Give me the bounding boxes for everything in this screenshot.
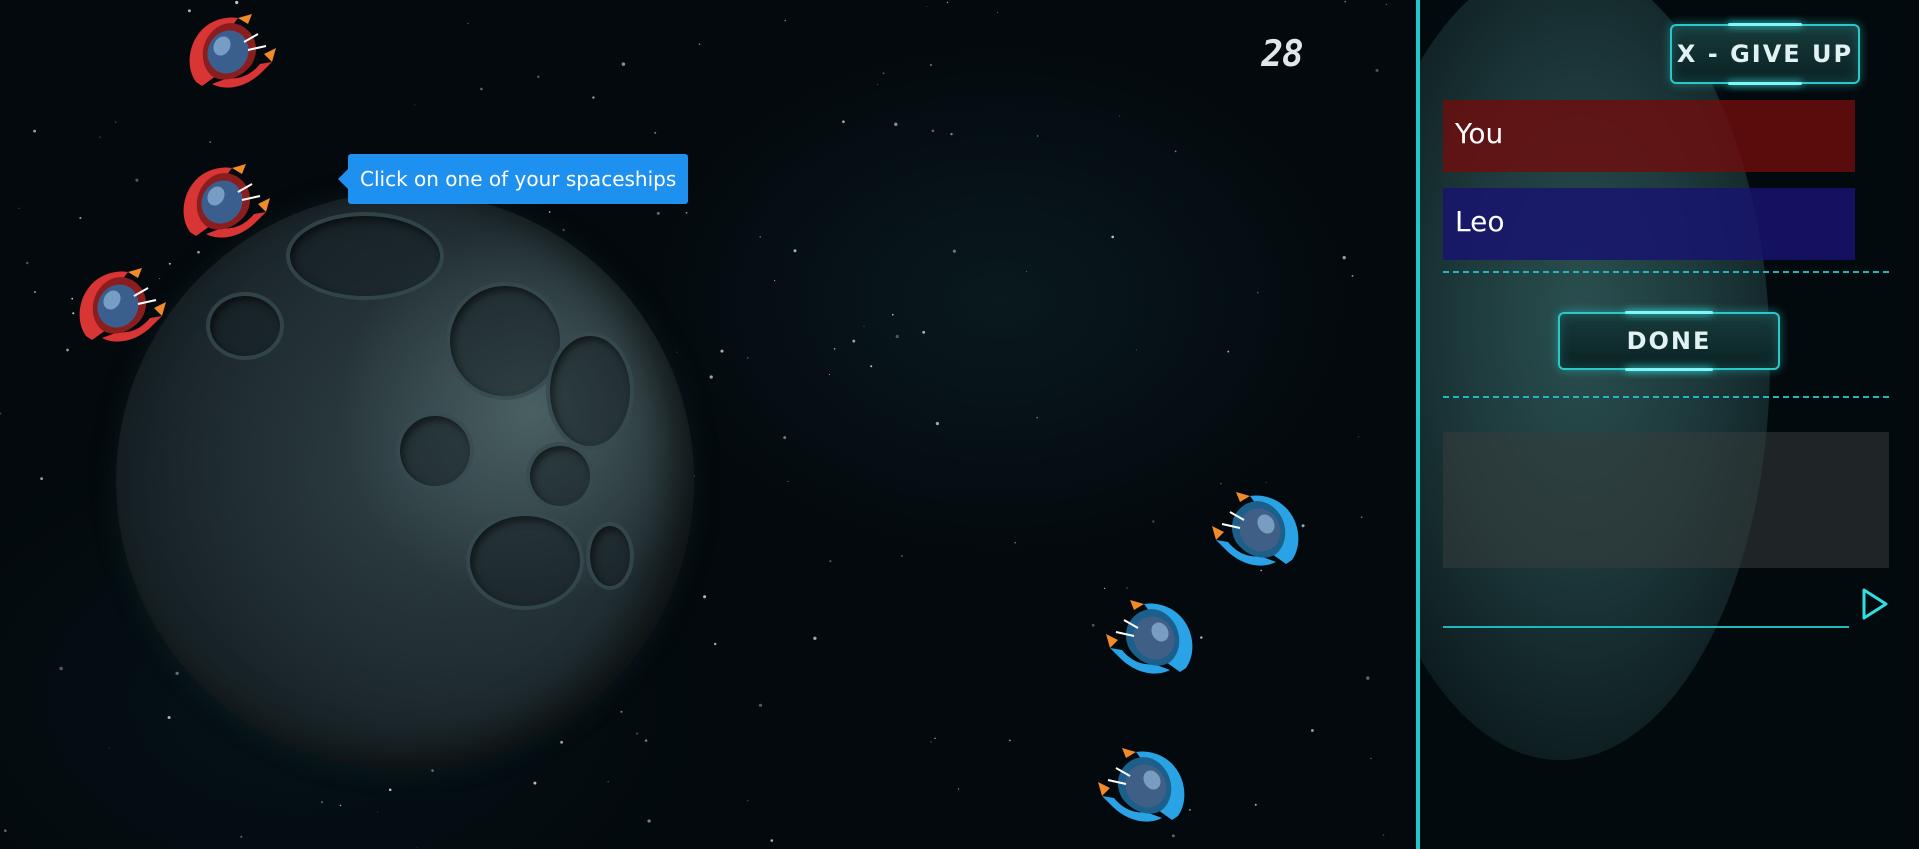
player-row-leo: Leo bbox=[1443, 188, 1855, 260]
hint-tooltip: Click on one of your spaceships bbox=[337, 154, 689, 204]
red-spaceship-icon[interactable] bbox=[182, 12, 278, 96]
chat-log bbox=[1443, 432, 1889, 568]
blue-spaceship-icon bbox=[1210, 490, 1306, 574]
give-up-button[interactable]: X - GIVE UP bbox=[1670, 23, 1860, 85]
divider bbox=[1443, 396, 1889, 398]
turn-counter: 28 bbox=[1261, 34, 1303, 75]
send-arrow-icon[interactable] bbox=[1858, 584, 1892, 624]
blue-spaceship-icon bbox=[1104, 598, 1200, 682]
red-spaceship-icon[interactable] bbox=[72, 266, 168, 350]
done-button[interactable]: DONE bbox=[1558, 311, 1780, 371]
side-panel: X - GIVE UP You Leo DONE bbox=[1416, 0, 1919, 849]
planet-icon bbox=[116, 192, 694, 770]
chat-input[interactable] bbox=[1443, 580, 1849, 628]
player-row-you: You bbox=[1443, 100, 1855, 172]
red-spaceship-icon[interactable] bbox=[176, 162, 272, 246]
blue-spaceship-icon bbox=[1096, 746, 1192, 830]
game-board[interactable]: 28 Click on one of your spaceships bbox=[0, 0, 1416, 849]
divider bbox=[1443, 271, 1889, 273]
